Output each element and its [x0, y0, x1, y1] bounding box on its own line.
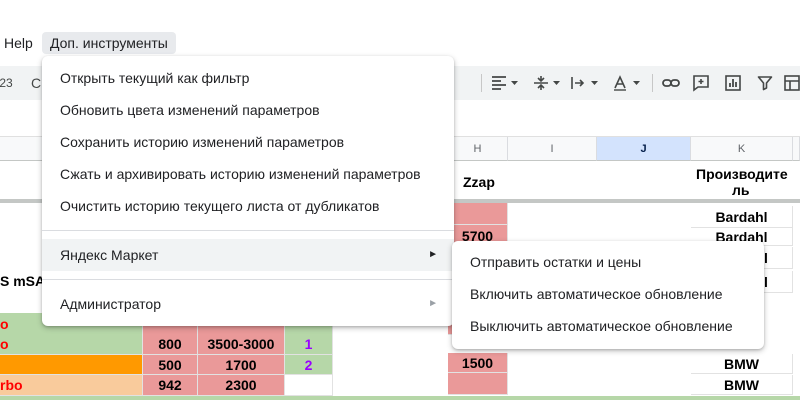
menu-help[interactable]: Help — [4, 32, 33, 54]
cell-d-row-orange[interactable]: 2 — [285, 355, 333, 375]
menu-divider — [42, 279, 454, 280]
submenu-arrow-icon: ► — [428, 249, 438, 260]
cell-d-row-green2[interactable]: 1 — [285, 333, 333, 355]
text-rotation-icon[interactable] — [610, 66, 644, 100]
cell-b-row-orange[interactable]: 500 — [143, 355, 198, 375]
menu-item-open-as-filter[interactable]: Открыть текущий как фильтр — [42, 62, 454, 94]
cell-h-row7[interactable] — [448, 373, 508, 395]
submenu-item-disable-auto-update[interactable]: Выключить автоматическое обновление — [452, 310, 764, 342]
cell-c-row-green2[interactable]: 3500-3000 — [198, 333, 285, 355]
header-manufacturer-line2: ль — [732, 182, 750, 198]
cell-a-row-peach[interactable]: rbo — [0, 375, 143, 396]
yandex-market-submenu: Отправить остатки и цены Включить автома… — [452, 241, 764, 349]
submenu-item-send-stock-prices[interactable]: Отправить остатки и цены — [452, 246, 764, 278]
menu-extra-tools[interactable]: Доп. инструменты — [42, 32, 176, 54]
cell-c-row-orange[interactable]: 1700 — [198, 355, 285, 375]
cell-k-row1[interactable]: Bardahl — [691, 206, 793, 228]
cell-a-s-msa[interactable]: S mSA — [0, 270, 44, 292]
extra-tools-menu: Открыть текущий как фильтр Обновить цвет… — [42, 56, 454, 326]
font-size-fragment[interactable]: 23 — [0, 66, 13, 100]
link-icon[interactable] — [658, 66, 684, 100]
menu-item-save-history[interactable]: Сохранить историю изменений параметров — [42, 126, 454, 158]
cell-h-row6[interactable]: 1500 — [448, 353, 508, 373]
insert-chart-icon[interactable] — [720, 66, 746, 100]
submenu-arrow-icon: ► — [428, 298, 438, 309]
cell-k-row6[interactable]: BMW — [691, 354, 793, 374]
cell-k-row7[interactable]: BMW — [691, 375, 793, 395]
text-wrap-icon[interactable] — [568, 66, 602, 100]
menu-item-refresh-colors[interactable]: Обновить цвета изменений параметров — [42, 94, 454, 126]
submenu-item-enable-auto-update[interactable]: Включить автоматическое обновление — [452, 278, 764, 310]
menu-item-administrator[interactable]: Администратор ► — [42, 288, 454, 320]
filter-icon[interactable] — [752, 66, 778, 100]
menu-item-yandex-market[interactable]: Яндекс Маркет ► — [42, 239, 454, 271]
menu-divider — [42, 230, 454, 231]
table-view-icon[interactable] — [780, 66, 800, 100]
menubar: Help Доп. инструменты — [0, 30, 800, 56]
column-header-i[interactable]: I — [508, 137, 597, 161]
cell-a-row-orange[interactable] — [0, 355, 143, 375]
menu-item-clear-duplicates[interactable]: Очистить историю текущего листа от дубли… — [42, 190, 454, 222]
cell-k-row3[interactable]: l — [764, 247, 793, 269]
menu-item-yandex-market-label: Яндекс Маркет — [60, 247, 159, 263]
toolbar-divider — [481, 74, 482, 92]
cell-k-row4[interactable]: l — [764, 271, 793, 293]
cell-a-row-green2[interactable]: o — [0, 333, 143, 355]
menu-item-compress-history[interactable]: Сжать и архивировать историю изменений п… — [42, 158, 454, 190]
cell-h-row1[interactable] — [448, 203, 508, 225]
header-manufacturer-line1: Производите — [696, 166, 788, 182]
insert-comment-icon[interactable] — [688, 66, 714, 100]
menu-item-administrator-label: Администратор — [60, 296, 162, 312]
cell-c-row-peach[interactable]: 2300 — [198, 375, 285, 396]
align-left-icon[interactable] — [488, 66, 522, 100]
cell-d-row-peach[interactable] — [285, 375, 333, 396]
column-header-l[interactable] — [793, 137, 800, 161]
toolbar-divider — [652, 74, 653, 92]
cell-row-next[interactable] — [0, 396, 800, 400]
column-header-h[interactable]: H — [448, 137, 508, 161]
header-zzap: Zzap — [463, 174, 495, 190]
column-header-k[interactable]: K — [691, 137, 793, 161]
vertical-align-icon[interactable] — [530, 66, 564, 100]
font-name-fragment[interactable]: С — [30, 66, 42, 100]
cell-b-row-peach[interactable]: 942 — [143, 375, 198, 396]
cell-b-row-green2[interactable]: 800 — [143, 333, 198, 355]
column-header-j[interactable]: J — [597, 137, 691, 161]
